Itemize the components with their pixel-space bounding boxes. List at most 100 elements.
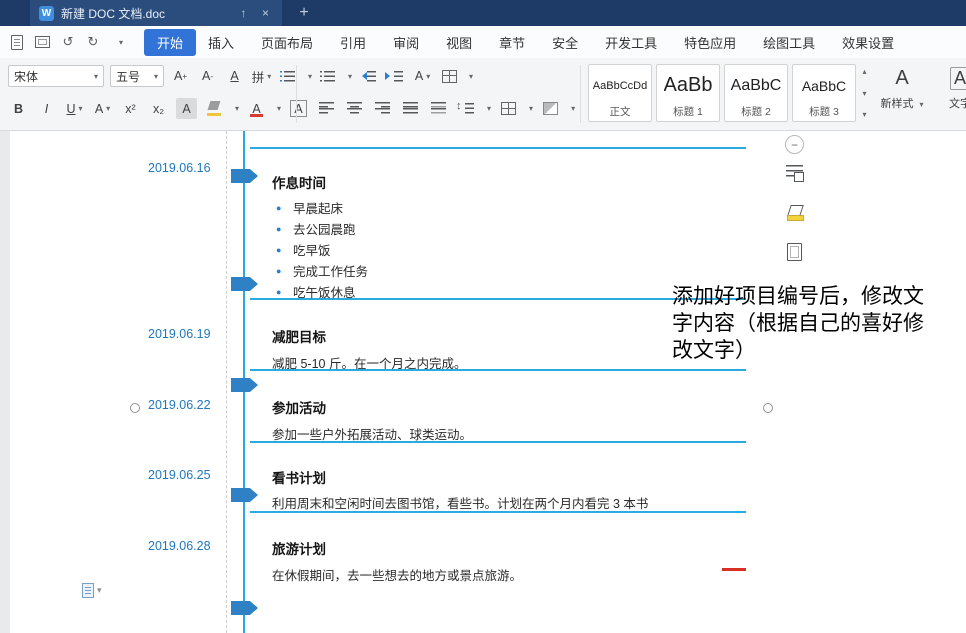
tab-view[interactable]: 视图: [446, 33, 472, 52]
tab-developer[interactable]: 开发工具: [605, 33, 657, 52]
tab-page-layout[interactable]: 页面布局: [261, 33, 313, 52]
tab-review[interactable]: 审阅: [393, 33, 419, 52]
undo-icon[interactable]: ↺: [61, 34, 75, 50]
numbering-menu-icon[interactable]: ▾: [348, 72, 352, 81]
italic-button[interactable]: I: [36, 98, 57, 119]
gallery-more-icon[interactable]: ▾: [862, 110, 866, 119]
superscript-button[interactable]: x²: [120, 98, 141, 119]
clear-format-button[interactable]: A: [224, 66, 245, 87]
selection-tool-button[interactable]: ▾: [82, 583, 102, 598]
font-name-select[interactable]: 宋体 ▾: [8, 65, 104, 87]
new-tab-button[interactable]: +: [296, 4, 312, 22]
align-center-button[interactable]: [344, 98, 365, 119]
align-left-button[interactable]: [316, 98, 337, 119]
shading-button[interactable]: [540, 98, 561, 119]
font-size-value: 五号: [116, 68, 140, 85]
timeline-marker[interactable]: [231, 601, 258, 615]
quickbar-customize-icon[interactable]: ▾: [114, 34, 128, 50]
redo-icon[interactable]: ↻: [86, 34, 100, 50]
justify-button[interactable]: [400, 98, 421, 119]
tab-home[interactable]: 开始: [144, 29, 196, 56]
text-effects-button[interactable]: A▾: [92, 98, 113, 119]
subscript-button[interactable]: x₂: [148, 98, 169, 119]
menu-bar: ↺ ↻ ▾ 开始 插入 页面布局 引用 审阅 视图 章节 安全 开发工具 特色应…: [0, 26, 966, 58]
chevron-down-icon: ▾: [154, 72, 158, 81]
tab-security[interactable]: 安全: [552, 33, 578, 52]
document-page[interactable]: 2019.06.16 2019.06.19 2019.06.22 2019.06…: [0, 131, 966, 633]
highlight-menu-icon[interactable]: ▾: [235, 104, 239, 113]
style-card-heading-2[interactable]: AaBbC 标题 2: [724, 64, 788, 122]
font-color-menu-icon[interactable]: ▾: [277, 104, 281, 113]
table-column-gridline: [226, 131, 227, 633]
increase-font-button[interactable]: A+: [170, 66, 191, 87]
align-right-button[interactable]: [372, 98, 393, 119]
character-shading-button[interactable]: A: [176, 98, 197, 119]
print-preview-icon[interactable]: [35, 34, 50, 50]
selection-handle-left[interactable]: [130, 403, 140, 413]
decrease-indent-button[interactable]: [358, 66, 379, 87]
distribute-button[interactable]: [428, 98, 449, 119]
bullet-icon: ●: [276, 203, 293, 213]
character-border-button[interactable]: A: [288, 98, 309, 119]
tab-drawing-tools[interactable]: 绘图工具: [763, 33, 815, 52]
file-icon[interactable]: [10, 34, 24, 50]
text-direction-button[interactable]: A▾: [412, 66, 433, 87]
chevron-down-icon: ▾: [267, 72, 271, 81]
timeline-marker[interactable]: [231, 378, 258, 392]
bullet-list-menu-icon[interactable]: ▾: [308, 72, 312, 81]
style-card-heading-1[interactable]: AaBb 标题 1: [656, 64, 720, 122]
side-panel-properties-button[interactable]: [780, 158, 808, 186]
chevron-down-icon: ▾: [79, 104, 83, 113]
text-tool-button[interactable]: A 文字: [938, 67, 966, 111]
bold-glyph: B: [14, 102, 23, 116]
list-item-text: 吃早饭: [293, 240, 331, 259]
annotation-text-box[interactable]: 添加好项目编号后，修改文字内容（根据自己的喜好修改文字）: [672, 283, 932, 364]
row-border: [250, 147, 746, 149]
borders-menu-icon[interactable]: ▾: [529, 104, 533, 113]
timeline-marker[interactable]: [231, 169, 258, 183]
font-color-button[interactable]: A: [246, 98, 267, 119]
tab-effect-settings[interactable]: 效果设置: [842, 33, 894, 52]
tab-references[interactable]: 引用: [340, 33, 366, 52]
document-tab-title: 新建 DOC 文档.doc: [61, 5, 229, 22]
side-panel-eraser-button[interactable]: [780, 198, 808, 226]
new-style-button[interactable]: A 新样式 ▾: [876, 67, 928, 111]
bold-button[interactable]: B: [8, 98, 29, 119]
document-tab[interactable]: W 新建 DOC 文档.doc ↑ ×: [30, 0, 282, 26]
list-item: ● 去公园晨跑: [276, 218, 368, 239]
style-card-body-text[interactable]: AaBbCcDd 正文: [588, 64, 652, 122]
underline-button[interactable]: U▾: [64, 98, 85, 119]
style-card-heading-3[interactable]: AaBbC 标题 3: [792, 64, 856, 122]
line-spacing-button[interactable]: ↕: [456, 98, 477, 119]
timeline-marker[interactable]: [231, 277, 258, 291]
font-size-select[interactable]: 五号 ▾: [110, 65, 164, 87]
pin-tab-icon[interactable]: ↑: [236, 6, 251, 20]
file-glyph: [11, 35, 23, 50]
paragraph-layout-button[interactable]: [439, 66, 460, 87]
paragraph-layout-menu-icon[interactable]: ▾: [469, 72, 473, 81]
font-row: 宋体 ▾ 五号 ▾ A+ A- A 拼▾ ▾ ▾ A▾ ▾: [8, 65, 473, 87]
decrease-font-button[interactable]: A-: [197, 66, 218, 87]
tab-section[interactable]: 章节: [499, 33, 525, 52]
timeline-marker[interactable]: [231, 488, 258, 502]
side-panel-page-button[interactable]: [780, 238, 808, 266]
numbering-button[interactable]: [318, 66, 339, 87]
highlight-color-button[interactable]: [204, 98, 225, 119]
line-spacing-menu-icon[interactable]: ▾: [487, 104, 491, 113]
increase-indent-button[interactable]: [385, 66, 406, 87]
tab-special-features[interactable]: 特色应用: [684, 33, 736, 52]
pinyin-guide-button[interactable]: 拼▾: [251, 66, 272, 87]
style-sample: AaBb: [664, 67, 713, 104]
shading-menu-icon[interactable]: ▾: [571, 104, 575, 113]
collapse-ribbon-button[interactable]: −: [785, 135, 804, 154]
bullet-icon: ●: [276, 266, 293, 276]
page-left-gutter: [0, 131, 10, 633]
toolbar-separator: [296, 65, 297, 123]
borders-button[interactable]: [498, 98, 519, 119]
tab-insert[interactable]: 插入: [208, 33, 234, 52]
gallery-scroll-down-icon[interactable]: ▾: [862, 89, 866, 98]
letter-a: A: [415, 69, 423, 83]
close-tab-icon[interactable]: ×: [258, 6, 273, 20]
selection-handle-right[interactable]: [763, 403, 773, 413]
gallery-scroll-up-icon[interactable]: ▴: [862, 67, 866, 76]
